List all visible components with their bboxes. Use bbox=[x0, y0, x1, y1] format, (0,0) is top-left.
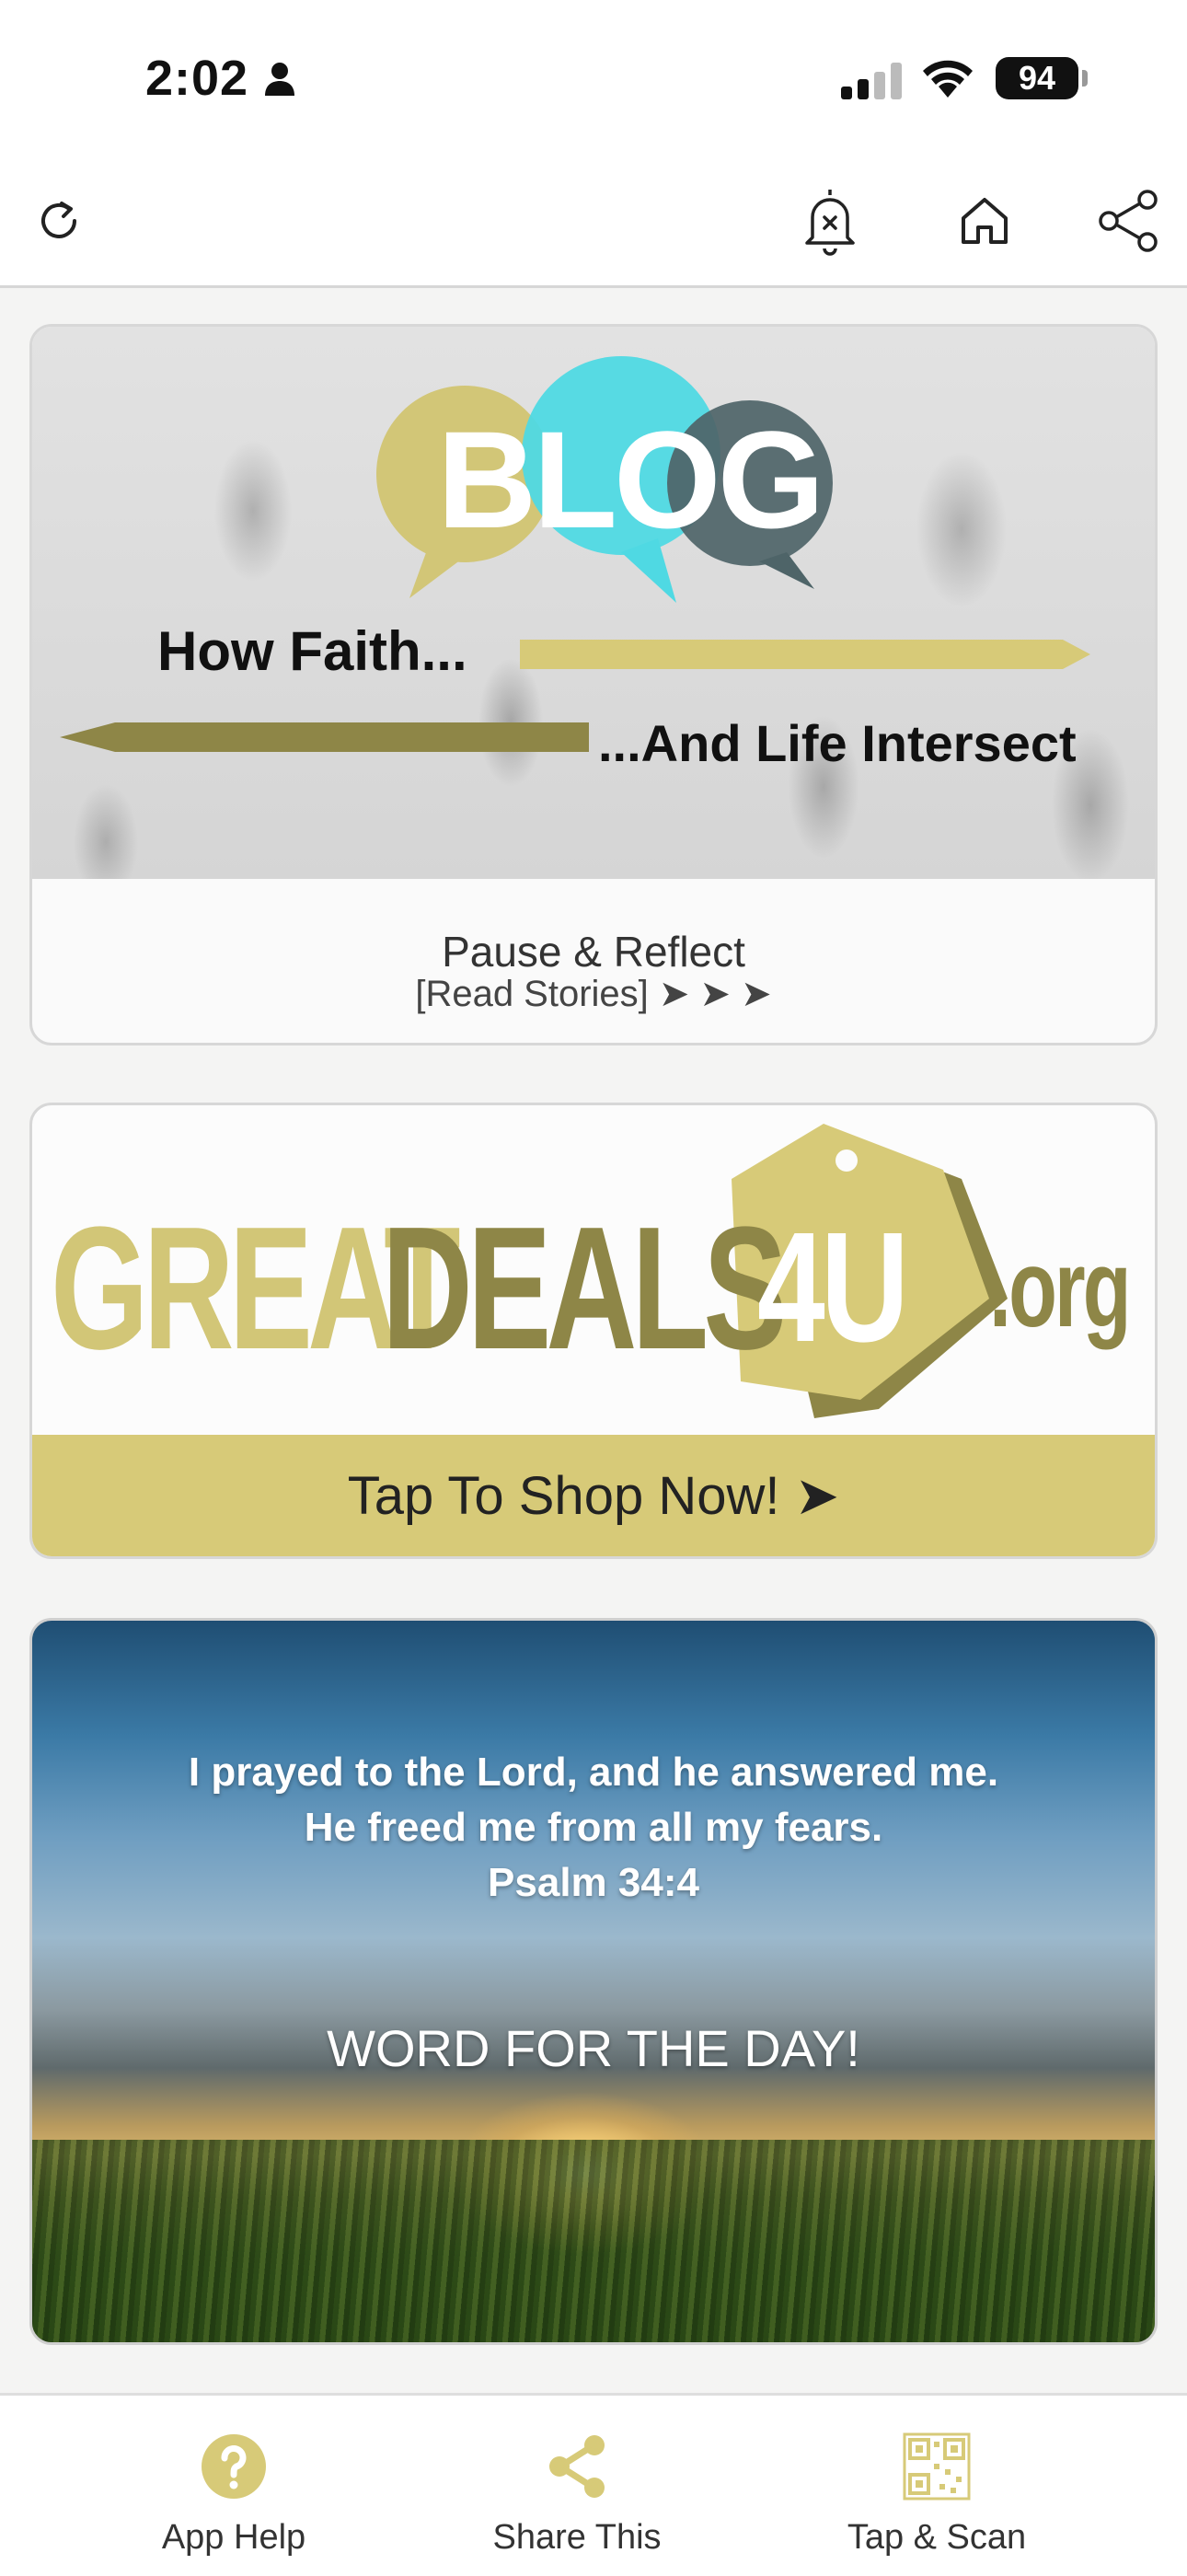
verse-line-1: I prayed to the Lord, and he answered me… bbox=[188, 1750, 999, 1795]
refresh-icon[interactable] bbox=[22, 184, 96, 258]
tap-and-scan-label: Tap & Scan bbox=[847, 2518, 1027, 2557]
blog-title: Pause & Reflect bbox=[442, 928, 745, 976]
deals-logo-org: .org bbox=[989, 1227, 1132, 1350]
cellular-signal-icon bbox=[841, 63, 905, 104]
share-icon bbox=[543, 2432, 611, 2501]
blog-logo-text: BLOG bbox=[437, 402, 824, 557]
bottom-navigation: App Help Share This Tap & Scan bbox=[0, 2393, 1187, 2576]
status-bar: 2:02 94 bbox=[0, 0, 1187, 156]
blog-banner-image: BLOG How Faith... ...And Life Intersect bbox=[32, 327, 1155, 879]
top-toolbar bbox=[0, 156, 1187, 288]
share-this-button[interactable]: Share This bbox=[439, 2432, 715, 2558]
great-deals-logo: GREAT DEALS 4U .org bbox=[32, 1105, 1155, 1435]
verse-reference: Psalm 34:4 bbox=[488, 1860, 699, 1905]
verse-line-2: He freed me from all my fears. bbox=[304, 1805, 883, 1850]
word-for-the-day-card[interactable]: I prayed to the Lord, and he answered me… bbox=[29, 1618, 1158, 2345]
blog-card[interactable]: BLOG How Faith... ...And Life Intersect … bbox=[29, 324, 1158, 1045]
app-help-button[interactable]: App Help bbox=[96, 2432, 372, 2558]
person-icon bbox=[263, 61, 296, 102]
tap-and-scan-button[interactable]: Tap & Scan bbox=[799, 2432, 1075, 2558]
app-help-label: App Help bbox=[161, 2518, 306, 2557]
share-icon[interactable] bbox=[1091, 184, 1165, 258]
blog-banner-line2: ...And Life Intersect bbox=[598, 714, 1077, 772]
status-time: 2:02 bbox=[145, 51, 249, 106]
blog-banner-line1: How Faith... bbox=[157, 620, 467, 682]
word-for-the-day-heading: WORD FOR THE DAY! bbox=[327, 2019, 860, 2077]
deals-logo-4u: 4U bbox=[757, 1200, 909, 1375]
read-stories-link[interactable]: [Read Stories] ➤ ➤ ➤ bbox=[32, 973, 1155, 1015]
wifi-icon bbox=[920, 59, 975, 104]
question-icon bbox=[200, 2432, 268, 2501]
grass-decoration bbox=[32, 2140, 1155, 2342]
bell-off-icon[interactable] bbox=[793, 184, 867, 258]
share-this-label: Share This bbox=[492, 2518, 662, 2557]
home-icon[interactable] bbox=[948, 184, 1021, 258]
deals-logo-deals: DEALS bbox=[382, 1191, 788, 1386]
battery-cap bbox=[1082, 70, 1088, 87]
battery-indicator: 94 bbox=[996, 57, 1078, 99]
tap-to-shop-button[interactable]: Tap To Shop Now! ➤ bbox=[32, 1435, 1155, 1556]
qr-code-icon bbox=[903, 2432, 971, 2501]
great-deals-card[interactable]: GREAT DEALS 4U .org Tap To Shop Now! ➤ bbox=[29, 1103, 1158, 1559]
